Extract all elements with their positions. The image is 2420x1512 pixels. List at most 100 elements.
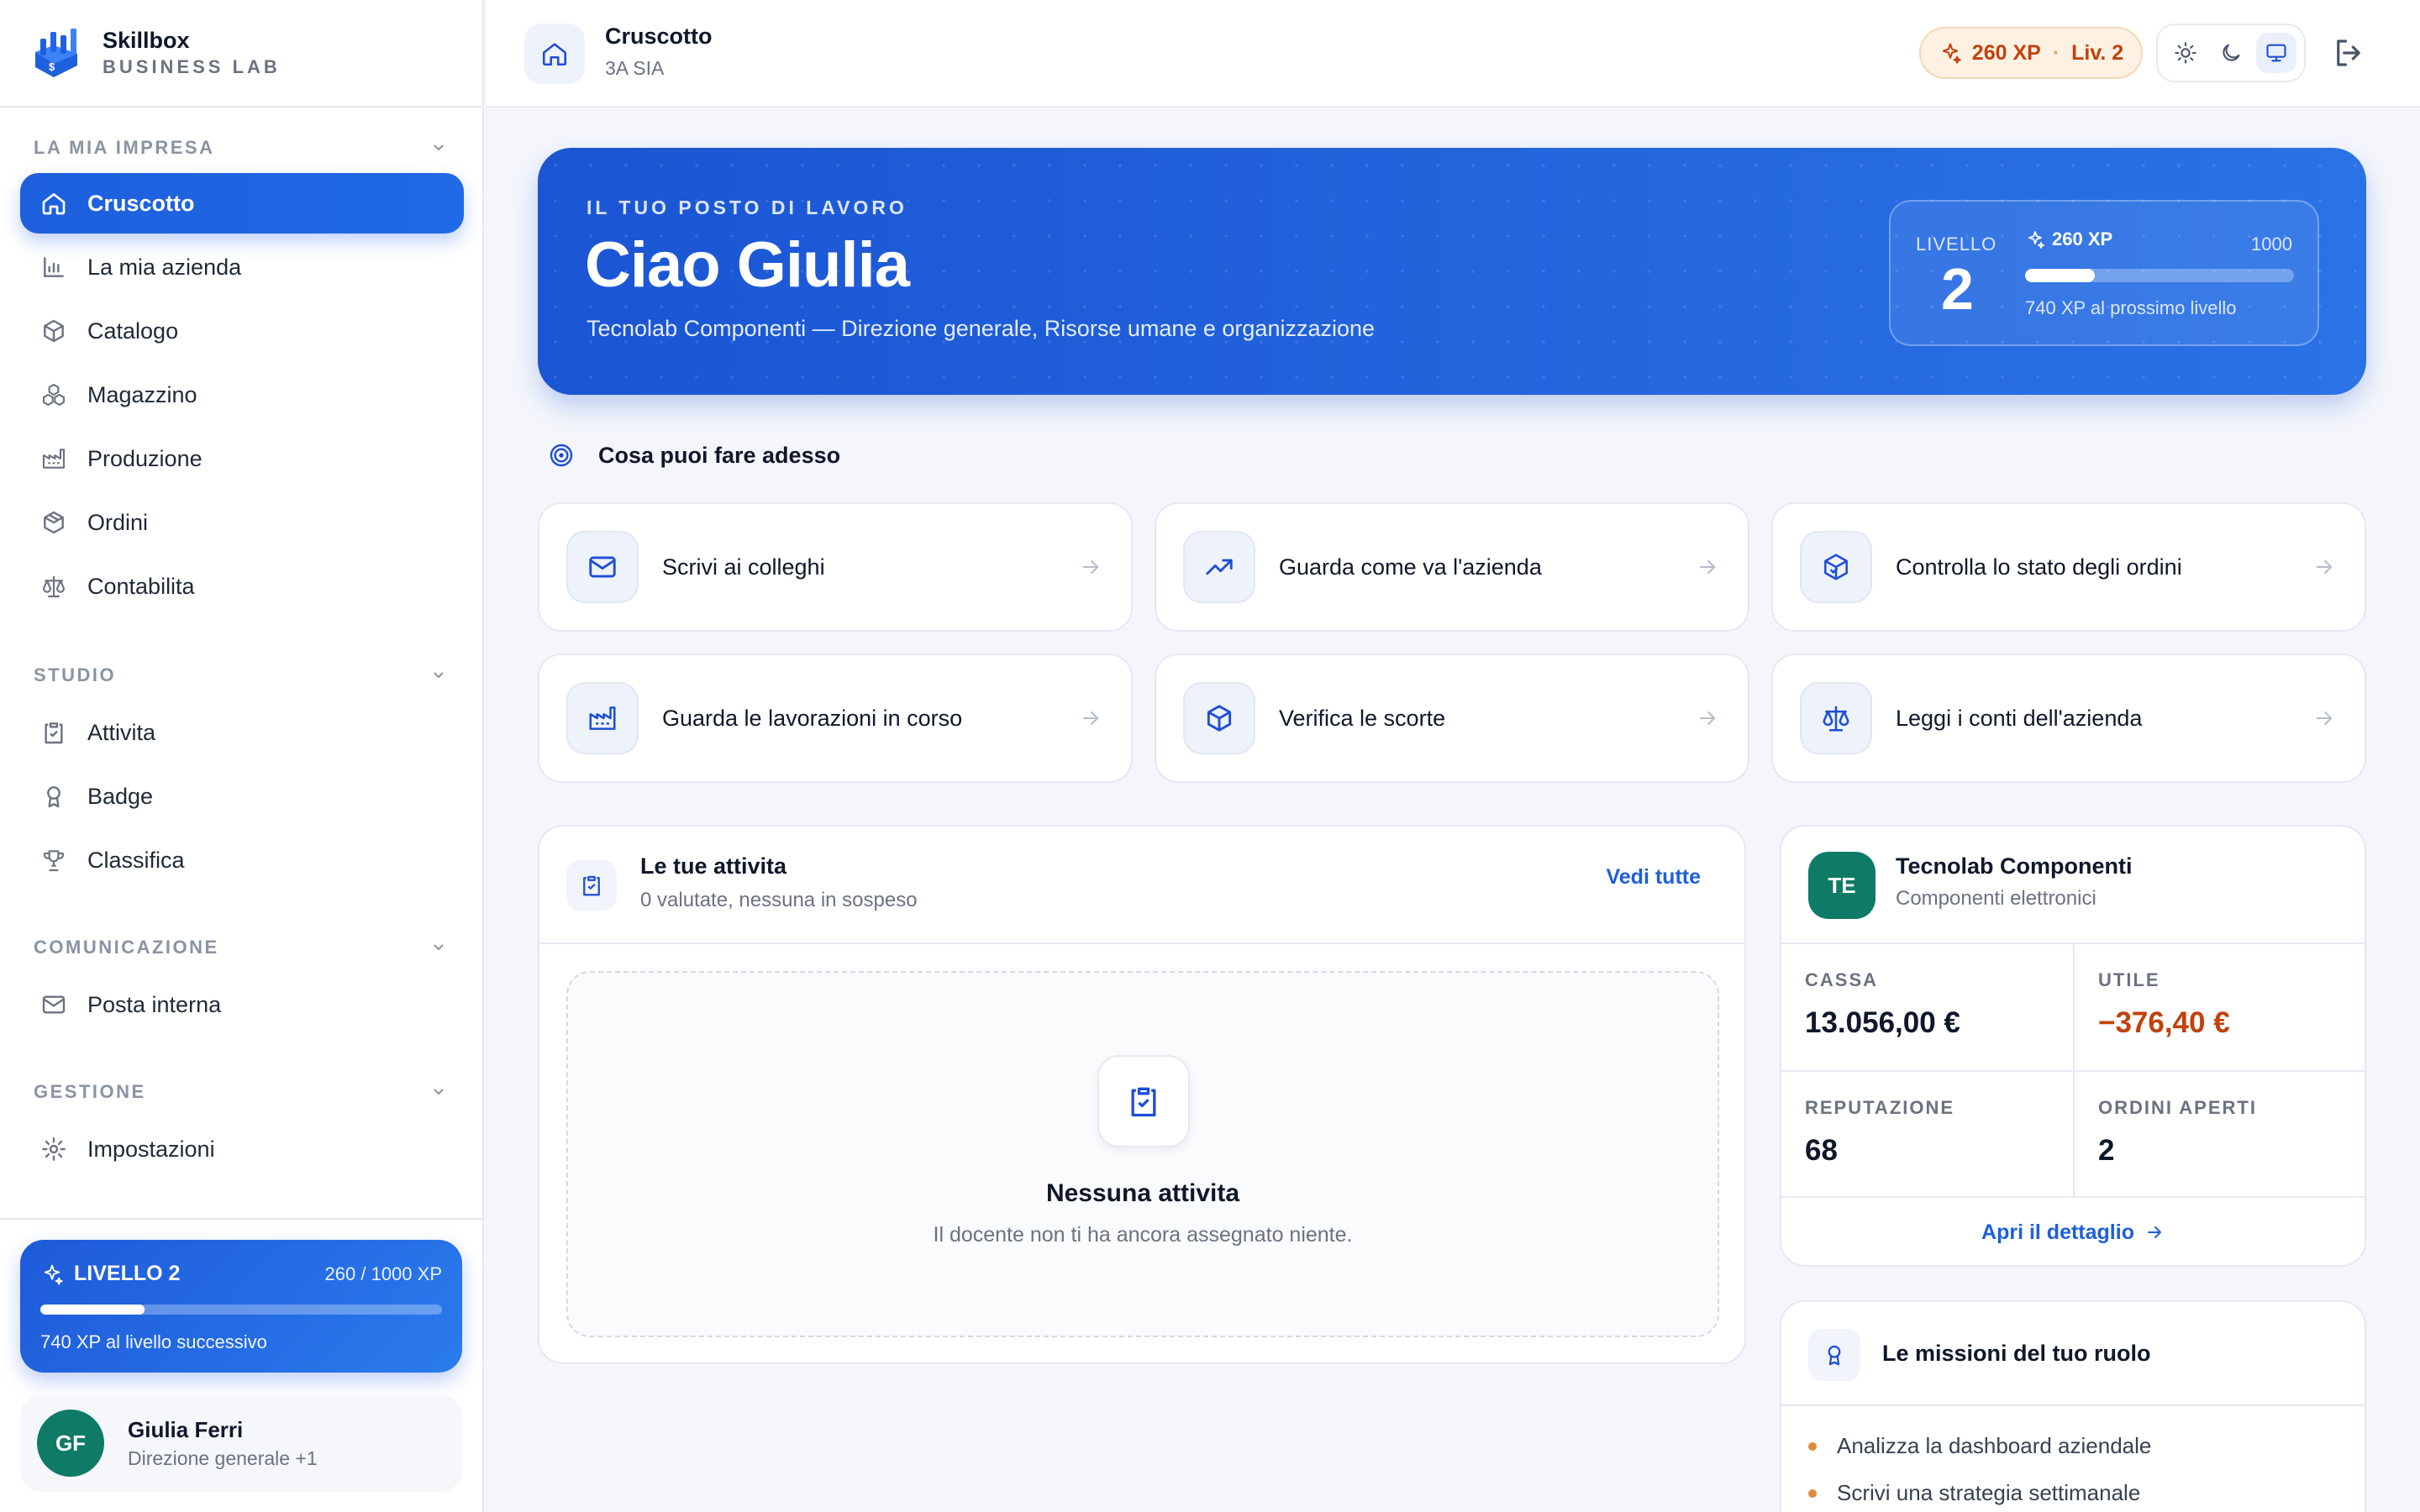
company-header: TE Tecnolab Componenti Componenti elettr…	[1781, 827, 2365, 944]
chevron-down-icon	[434, 1089, 444, 1095]
empty-title: Nessuna attivita	[1045, 1179, 1240, 1207]
arrow-right-icon	[1082, 559, 1099, 575]
box-icon	[1207, 705, 1232, 732]
hero-subtitle: Tecnolab Componenti — Direzione generale…	[587, 316, 1376, 341]
action-tile-scorte[interactable]: Verifica le scorte	[1155, 654, 1749, 783]
action-tile-lavorazioni[interactable]: Guarda le lavorazioni in corso	[538, 654, 1133, 783]
section-header[interactable]: COMUNICAZIONE	[0, 931, 484, 964]
sidebar-item-label: Ordini	[87, 509, 149, 535]
sidebar-item-cruscotto[interactable]: Cruscotto	[20, 173, 464, 234]
nav-section-comunicazione: COMUNICAZIONE Posta interna	[0, 931, 484, 1035]
activities-header: Le tue attivita 0 valutate, nessuna in s…	[539, 827, 1744, 944]
clipboard-check-icon	[1131, 1087, 1156, 1117]
action-label: Scrivi ai colleghi	[662, 554, 825, 580]
chevron-down-icon	[434, 944, 444, 951]
sidebar-item-impostazioni[interactable]: Impostazioni	[20, 1119, 464, 1179]
gear-icon	[42, 1137, 66, 1161]
home-icon	[542, 43, 567, 66]
sidebar-item-badge[interactable]: Badge	[20, 766, 464, 827]
box-icon	[44, 319, 64, 343]
open-detail-link[interactable]: Apri il dettaglio	[1781, 1196, 2365, 1267]
level-progress-fill	[40, 1305, 145, 1315]
home-icon	[42, 193, 66, 215]
hero-level-card: LIVELLO 2 260 XP 1000 740 XP al prossimo…	[1889, 200, 2319, 346]
clipboard-icon	[583, 875, 600, 896]
sidebar-item-azienda[interactable]: La mia azienda	[20, 237, 464, 297]
stat-utile: UTILE −376,40 €	[2098, 969, 2230, 1039]
view-all-link[interactable]: Vedi tutte	[1606, 865, 1701, 890]
sidebar-item-produzione[interactable]: Produzione	[20, 428, 464, 489]
brand[interactable]: $ Skillbox BUSINESS LAB	[0, 0, 482, 108]
page-icon	[524, 24, 585, 84]
sidebar-item-label: Cruscotto	[87, 190, 195, 216]
theme-system-button[interactable]	[2256, 33, 2296, 73]
action-tile-conti[interactable]: Leggi i conti dell'azienda	[1771, 654, 2366, 783]
section-header[interactable]: LA MIA IMPRESA	[0, 131, 484, 165]
theme-dark-button[interactable]	[2211, 33, 2251, 73]
sidebar-item-classifica[interactable]: Classifica	[20, 830, 464, 890]
action-label: Guarda come va l'azienda	[1279, 554, 1542, 580]
sidebar-item-ordini[interactable]: Ordini	[20, 492, 464, 553]
sidebar-item-label: Badge	[87, 783, 154, 809]
arrow-right-icon	[1699, 559, 1716, 575]
sidebar-item-label: Posta interna	[87, 991, 222, 1017]
sidebar-item-attivita[interactable]: Attivita	[20, 702, 464, 763]
trending-up-icon	[1206, 559, 1233, 575]
action-tile-azienda[interactable]: Guarda come va l'azienda	[1155, 502, 1749, 632]
sidebar-item-label: Attivita	[87, 719, 156, 745]
sidebar-item-magazzino[interactable]: Magazzino	[20, 365, 464, 425]
sidebar-item-label: Impostazioni	[87, 1136, 215, 1162]
sidebar-item-label: La mia azienda	[87, 254, 242, 280]
company-stats: CASSA 13.056,00 € UTILE −376,40 € REPUTA…	[1781, 944, 2365, 1196]
stat-ordini-aperti: ORDINI APERTI 2	[2098, 1097, 2257, 1167]
section-header[interactable]: STUDIO	[0, 659, 484, 692]
page-title: Cruscotto	[605, 24, 713, 49]
scale-icon	[42, 576, 66, 598]
level-progress-bar	[40, 1305, 442, 1315]
sidebar-item-contabilita[interactable]: Contabilita	[20, 556, 464, 617]
user-role: Direzione generale +1	[128, 1447, 318, 1469]
award-icon	[47, 786, 60, 808]
sidebar-item-label: Produzione	[87, 445, 203, 471]
section-header[interactable]: GESTIONE	[0, 1075, 484, 1109]
activities-panel: Le tue attivita 0 valutate, nessuna in s…	[538, 825, 1746, 1364]
company-panel: TE Tecnolab Componenti Componenti elettr…	[1780, 825, 2366, 1267]
company-name: Tecnolab Componenti	[1896, 853, 2133, 879]
action-label: Verifica le scorte	[1279, 705, 1446, 731]
bar-chart-icon	[44, 257, 64, 277]
bullet	[1808, 1441, 1817, 1451]
mission-item[interactable]: Analizza la dashboard aziendale	[1808, 1433, 2151, 1459]
theme-light-button[interactable]	[2165, 33, 2206, 73]
arrow-right-icon	[2316, 711, 2333, 726]
hero-tag: IL TUO POSTO DI LAVORO	[587, 197, 908, 218]
missions-title: Le missioni del tuo ruolo	[1882, 1341, 2151, 1366]
moon-icon	[2223, 44, 2240, 61]
hero-progress-bar	[2025, 269, 2294, 282]
brand-sub: BUSINESS LAB	[103, 56, 281, 77]
action-tile-ordini[interactable]: Controlla lo stato degli ordini	[1771, 502, 2366, 632]
action-tile-colleghi[interactable]: Scrivi ai colleghi	[538, 502, 1133, 632]
boxes-icon	[42, 383, 66, 407]
target-icon	[550, 444, 573, 467]
action-label: Controlla lo stato degli ordini	[1896, 554, 2182, 580]
sidebar-divider	[0, 1218, 484, 1220]
monitor-icon	[2266, 44, 2286, 62]
user-card[interactable]: GF Giulia Ferri Direzione generale +1	[20, 1394, 462, 1492]
sidebar-level-card[interactable]: LIVELLO 2 260 / 1000 XP 740 XP al livell…	[20, 1240, 462, 1373]
mission-item[interactable]: Scrivi una strategia settimanale	[1808, 1480, 2140, 1506]
theme-switcher	[2156, 24, 2306, 82]
logout-icon[interactable]	[2331, 35, 2366, 71]
activities-subtitle: 0 valutate, nessuna in sospeso	[640, 889, 918, 911]
top-header: Cruscotto 3A SIA 260 XP · Liv. 2	[486, 0, 2420, 108]
welcome-hero: IL TUO POSTO DI LAVORO Ciao Giulia Tecno…	[538, 148, 2366, 395]
package-check-icon	[1824, 554, 1848, 580]
chevron-down-icon	[434, 672, 444, 679]
sparkles-icon	[1942, 43, 1961, 64]
sidebar-item-catalogo[interactable]: Catalogo	[20, 301, 464, 361]
hero-xp: 260 XP	[2025, 228, 2112, 250]
factory-icon	[42, 449, 66, 469]
sidebar-item-posta[interactable]: Posta interna	[20, 974, 464, 1035]
sidebar-item-label: Classifica	[87, 847, 185, 873]
sidebar-item-label: Catalogo	[87, 318, 179, 344]
xp-badge[interactable]: 260 XP · Liv. 2	[1919, 27, 2143, 79]
